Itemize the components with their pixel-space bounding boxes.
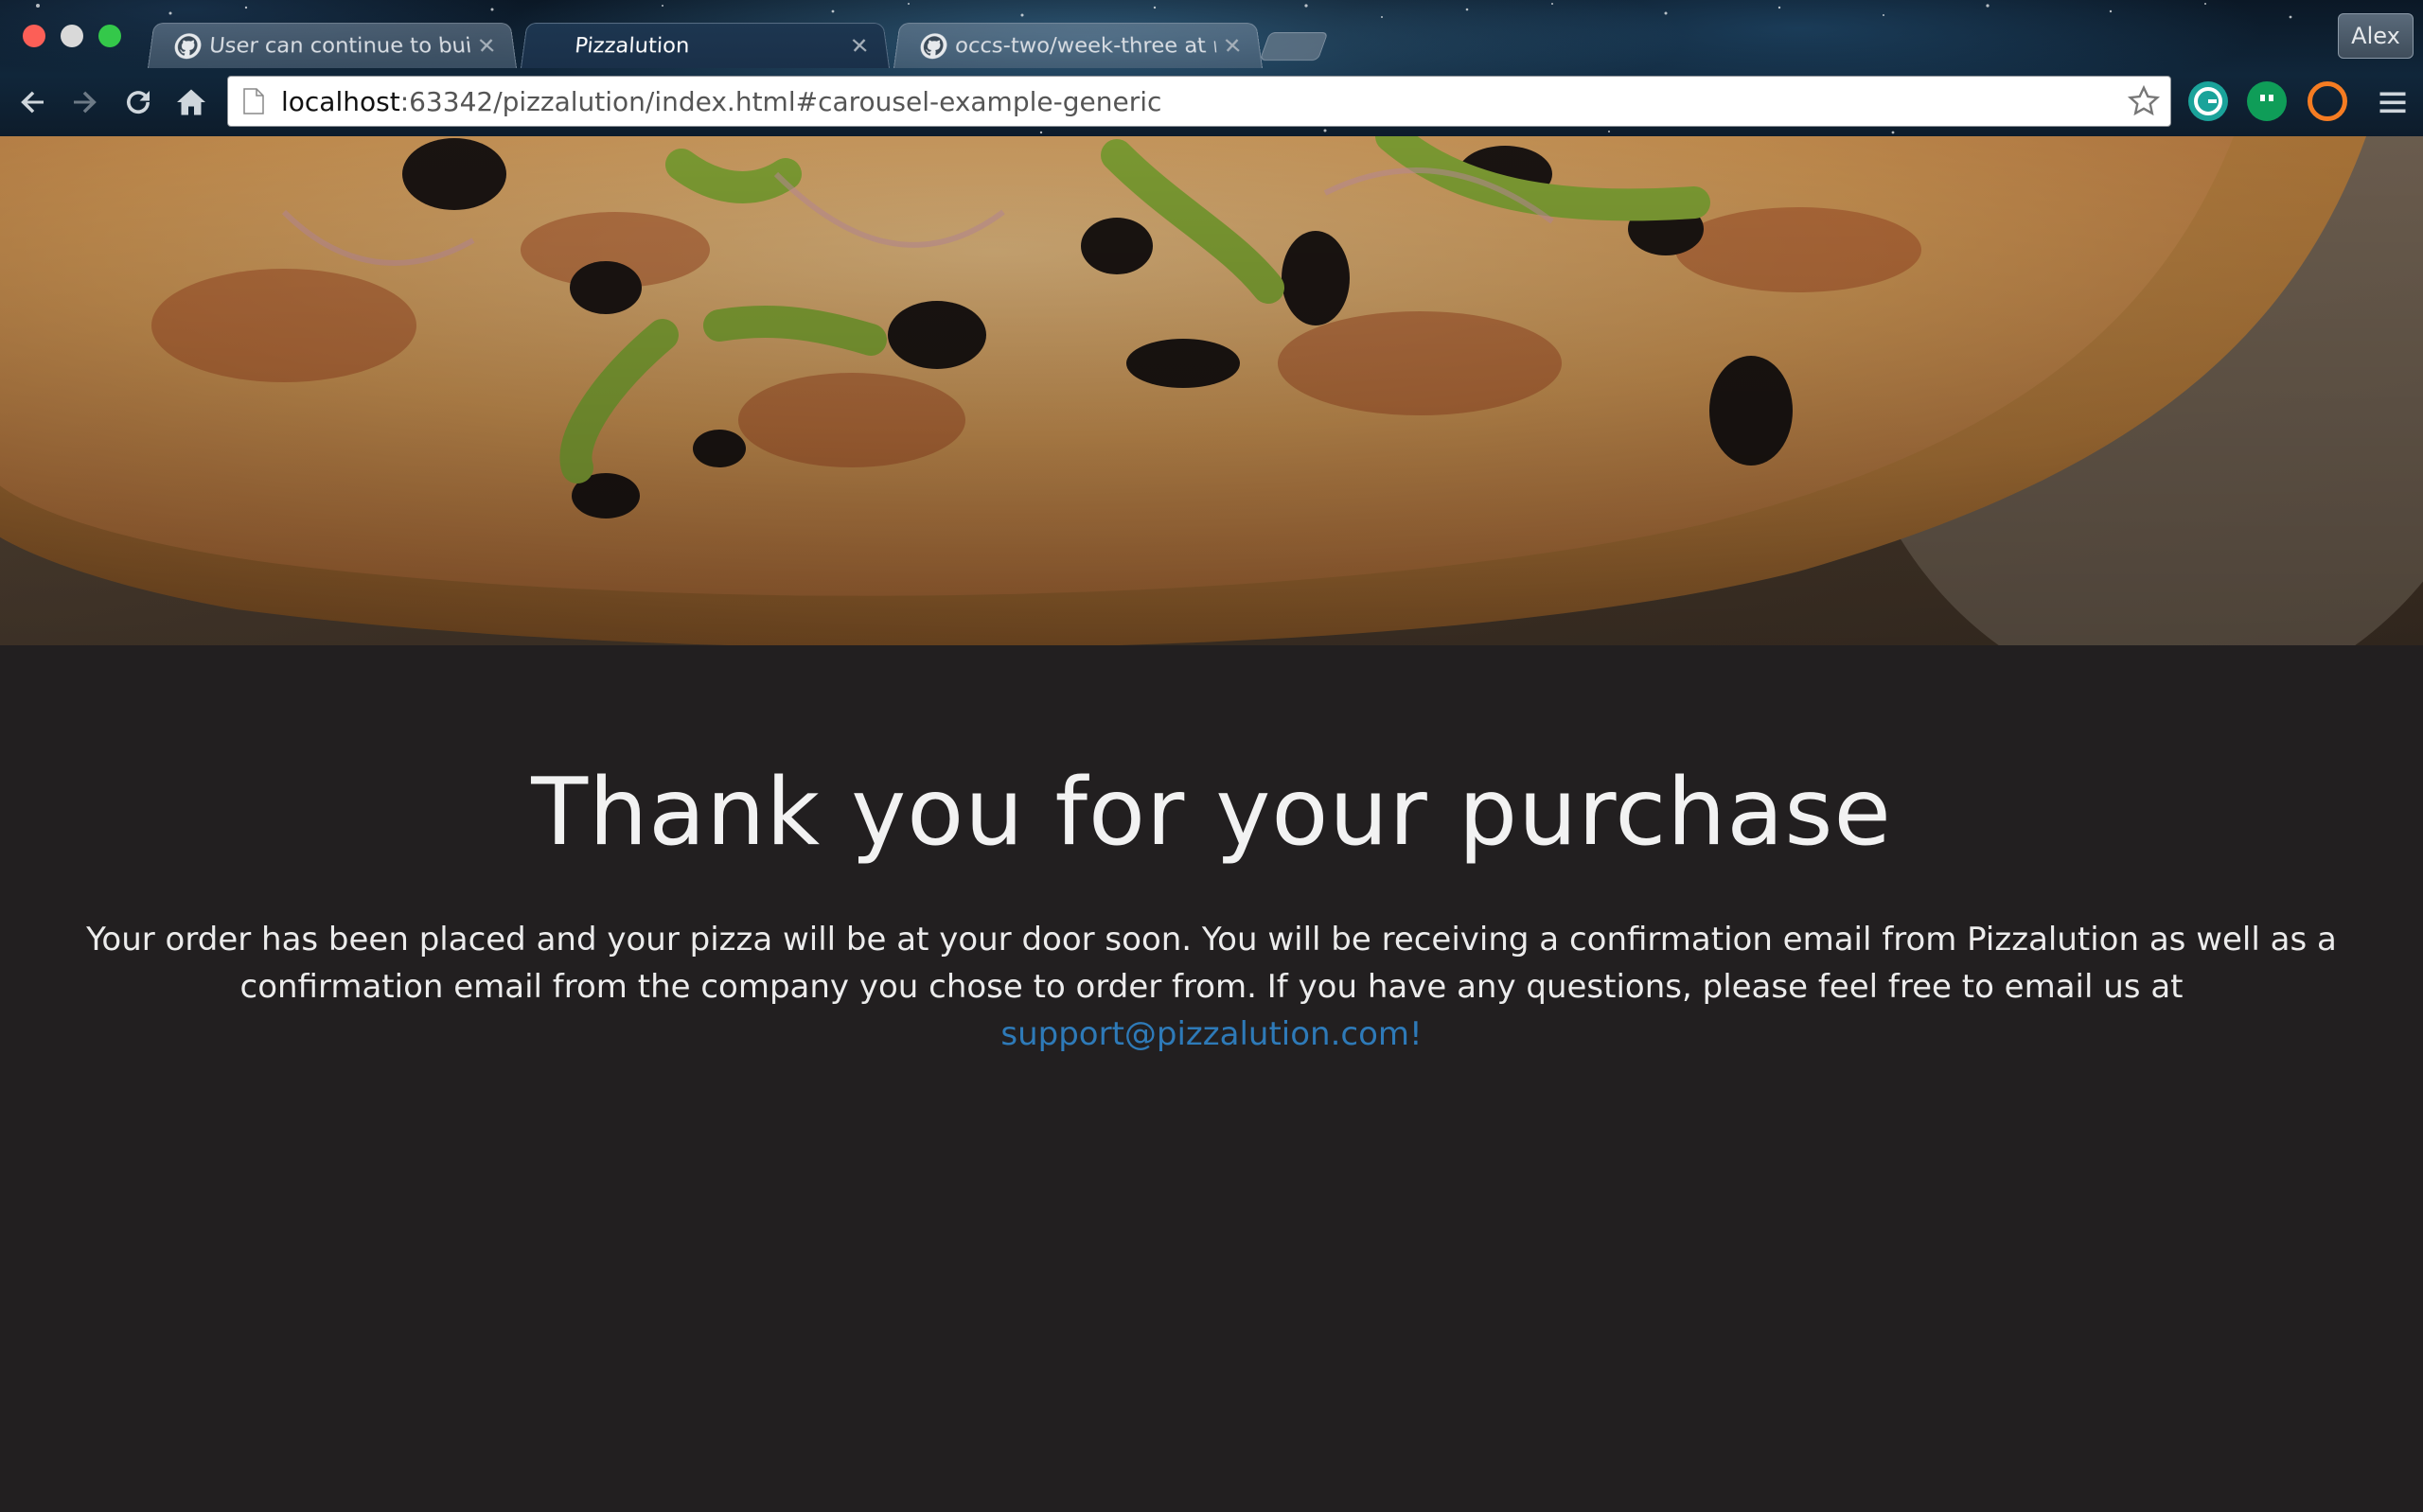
page-icon: [243, 88, 264, 114]
confirmation-message: Your order has been placed and your pizz…: [38, 916, 2385, 1058]
browser-chrome: User can continue to build ✕ Pizzalution…: [0, 0, 2423, 136]
github-icon: [918, 32, 949, 60]
address-path: :63342/pizzalution/index.html#carousel-e…: [400, 86, 1162, 117]
menu-icon: [2376, 85, 2410, 119]
tab-github-issue[interactable]: User can continue to build ✕: [148, 23, 517, 68]
back-button[interactable]: [13, 83, 51, 121]
hero-image: [0, 136, 2423, 645]
address-host: localhost: [281, 86, 400, 117]
github-icon: [172, 32, 203, 60]
extension-icon[interactable]: [2308, 81, 2347, 121]
home-icon: [174, 85, 208, 119]
window-close-button[interactable]: [23, 25, 45, 47]
tab-title: User can continue to build: [208, 34, 471, 58]
grammarly-icon[interactable]: [2188, 81, 2228, 121]
tab-close-icon[interactable]: ✕: [476, 33, 498, 59]
tab-title: occs-two/week-three at m: [954, 34, 1217, 58]
tab-strip: User can continue to build ✕ Pizzalution…: [0, 0, 2423, 68]
page-title: Thank you for your purchase: [0, 759, 2423, 867]
support-email-link[interactable]: support@pizzalution.com!: [1000, 1015, 1422, 1053]
reload-icon: [121, 85, 155, 119]
hangouts-icon[interactable]: [2247, 81, 2287, 121]
forward-button[interactable]: [66, 83, 104, 121]
browser-menu-button[interactable]: [2374, 83, 2412, 121]
tab-github-repo[interactable]: occs-two/week-three at m ✕: [893, 23, 1263, 68]
back-icon: [15, 85, 49, 119]
home-button[interactable]: [172, 83, 210, 121]
window-minimize-button[interactable]: [61, 25, 83, 47]
forward-icon: [68, 85, 102, 119]
address-bar[interactable]: localhost:63342/pizzalution/index.html#c…: [227, 76, 2171, 127]
confirmation-section: Thank you for your purchase Your order h…: [0, 645, 2423, 1512]
tab-close-icon[interactable]: ✕: [1222, 33, 1244, 59]
confirmation-text: Your order has been placed and your pizz…: [86, 921, 2337, 1006]
profile-button[interactable]: Alex: [2338, 13, 2414, 59]
bookmark-star-icon[interactable]: [2127, 84, 2161, 118]
tab-pizzalution[interactable]: Pizzalution ✕: [521, 23, 890, 68]
window-maximize-button[interactable]: [98, 25, 121, 47]
tab-close-icon[interactable]: ✕: [849, 33, 871, 59]
tab-title: Pizzalution: [545, 34, 843, 58]
reload-button[interactable]: [119, 83, 157, 121]
new-tab-button[interactable]: [1260, 32, 1329, 61]
pizza-photo: [0, 136, 2423, 645]
address-url: localhost:63342/pizzalution/index.html#c…: [281, 86, 1161, 117]
